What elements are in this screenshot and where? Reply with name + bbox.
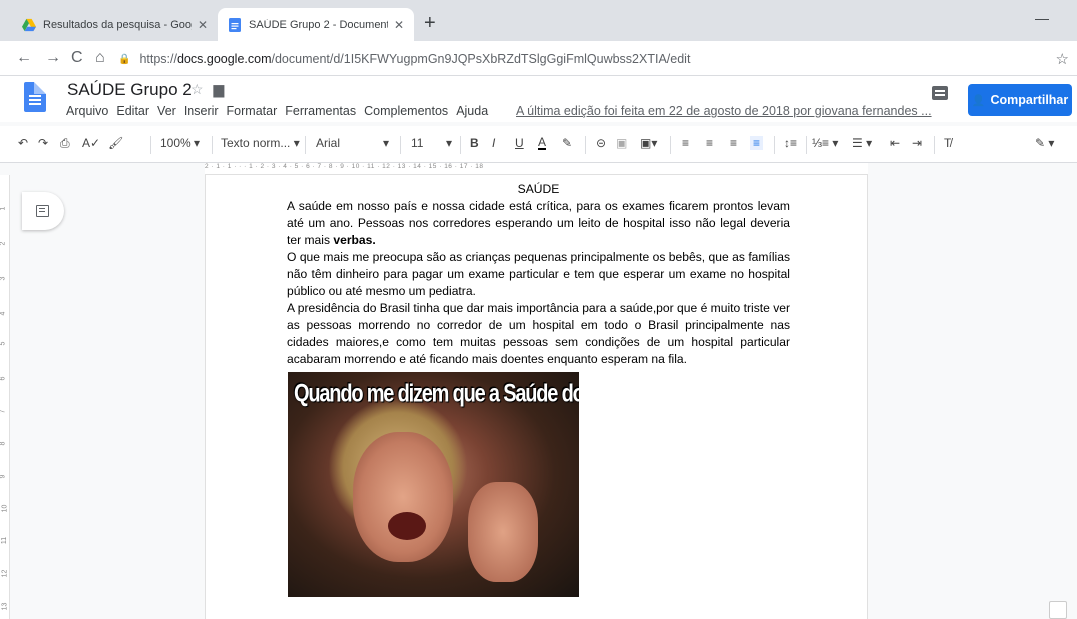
font-size-value: 11 [411,136,424,150]
underline-button[interactable]: U [515,136,524,150]
increase-indent-icon[interactable]: ⇥ [912,136,922,150]
menu-complementos[interactable]: Complementos [364,104,448,118]
text-color-button[interactable]: A [538,136,547,150]
italic-button[interactable]: I [492,136,495,150]
docs-home-icon[interactable] [24,82,46,112]
editing-mode-pencil-icon[interactable]: ✎ ▾ [1035,136,1054,150]
undo-icon[interactable]: ↶ [18,136,28,150]
menu-ajuda[interactable]: Ajuda [456,104,488,118]
decrease-indent-icon[interactable]: ⇤ [890,136,900,150]
tab-title: SAÚDE Grupo 2 - Documentos G [249,18,388,31]
align-center-icon[interactable]: ≡ [706,136,713,150]
forward-arrow-icon[interactable]: → [45,49,61,67]
doc-heading: SAÚDE [517,182,560,196]
docs-header: SAÚDE Grupo 2 ☆ ▆ Arquivo Editar Ver Ins… [0,76,1077,122]
align-justify-icon[interactable]: ≡ [750,136,764,150]
vertical-ruler: 1 2 3 4 5 6 7 8 9 10 11 12 13 [0,175,10,619]
image-icon[interactable]: ▣▾ [640,136,657,150]
align-right-icon[interactable]: ≡ [730,136,737,150]
bold-word: verbas. [333,233,376,247]
url-domain: docs.google.com [176,52,272,66]
document-title[interactable]: SAÚDE Grupo 2 [67,80,192,100]
docs-icon [229,17,241,32]
url-path: /document/d/1I5KFWYugpmGn9JQPsXbRZdTSlgG… [271,52,691,66]
folder-icon[interactable]: ▆ [213,81,224,97]
address-bar-row: ← → C ⌂ 🔒 https://docs.google.com/docume… [0,41,1077,76]
paragraph-style-select[interactable]: Texto norm... ▾ [221,136,300,150]
menu-editar[interactable]: Editar [116,104,149,118]
paint-format-icon[interactable]: 🖌 [108,136,123,150]
menu-bar: Arquivo Editar Ver Inserir Formatar Ferr… [66,104,496,118]
last-edit-link[interactable]: A última edição foi feita em 22 de agost… [516,104,932,118]
close-tab-icon[interactable]: ✕ [394,18,404,32]
font-value: Arial [316,136,341,150]
paragraph-2: O que mais me preocupa são as crianças p… [287,250,790,298]
person-add-icon: 👤 [971,94,986,107]
menu-inserir[interactable]: Inserir [184,104,219,118]
clear-formatting-icon[interactable]: T̸ [944,136,951,150]
menu-formatar[interactable]: Formatar [227,104,278,118]
redo-icon[interactable]: ↷ [38,136,48,150]
menu-arquivo[interactable]: Arquivo [66,104,108,118]
style-value: Texto norm... [221,136,291,150]
comment-icon[interactable]: ▣ [616,136,627,150]
url-field[interactable]: 🔒 https://docs.google.com/document/d/1I5… [118,46,1058,72]
zoom-select[interactable]: 100% ▾ [160,136,200,150]
bookmark-star-icon[interactable]: ☆ [1056,50,1069,68]
paragraph-3: A presidência do Brasil tinha que dar ma… [287,301,790,366]
drive-icon [22,18,36,31]
browser-tab-strip: Resultados da pesquisa - Google ✕ SAÚDE … [0,0,1077,41]
bulleted-list-icon[interactable]: ☰ ▾ [852,136,872,150]
formatting-toolbar: ↶ ↷ ⎙ A✓ 🖌 100% ▾ Texto norm... ▾ Arial … [0,126,1077,163]
paragraph-1: A saúde em nosso país e nossa cidade est… [287,198,790,249]
link-icon[interactable]: ⊝ [596,136,606,150]
meme-image[interactable]: Quando me dizem que a Saúde do Brasil es… [288,372,579,597]
size-chevron-down-icon[interactable]: ▾ [446,136,452,150]
spellcheck-icon[interactable]: A✓ [82,136,100,150]
share-button[interactable]: 👤 Compartilhar [968,84,1072,116]
reload-icon[interactable]: C [71,49,83,67]
menu-ferramentas[interactable]: Ferramentas [285,104,356,118]
zoom-value: 100% [160,136,191,150]
url-protocol: https:// [139,52,177,66]
comment-history-icon[interactable] [932,86,948,100]
line-spacing-icon[interactable]: ↕≡ [784,136,797,150]
font-select[interactable]: Arial [316,136,340,150]
star-icon[interactable]: ☆ [191,81,204,97]
explore-button[interactable] [1049,601,1067,619]
new-tab-button[interactable]: + [424,12,436,34]
lock-icon: 🔒 [118,53,131,65]
minimize-window-button[interactable]: — [1035,10,1049,26]
tab-document[interactable]: SAÚDE Grupo 2 - Documentos G ✕ [218,8,414,41]
home-icon[interactable]: ⌂ [95,49,105,67]
font-chevron-down-icon[interactable]: ▾ [383,136,389,150]
meme-caption: Quando me dizem que a Saúde do Brasil es… [294,380,579,408]
tab-title: Resultados da pesquisa - Google [43,18,192,31]
align-left-icon[interactable]: ≡ [682,136,689,150]
close-tab-icon[interactable]: ✕ [198,18,208,32]
font-size-select[interactable]: 11 [411,136,423,150]
bold-button[interactable]: B [470,136,479,150]
document-outline-button[interactable] [22,192,64,230]
tab-search-results[interactable]: Resultados da pesquisa - Google ✕ [12,8,218,41]
horizontal-ruler[interactable]: 2 · 1 · 1 · · · 1 · 2 · 3 · 4 · 5 · 6 · … [205,163,868,175]
numbered-list-icon[interactable]: ⅓≡ ▾ [812,136,838,150]
document-body[interactable]: SAÚDE A saúde em nosso país e nossa cida… [287,181,790,368]
back-arrow-icon[interactable]: ← [16,49,32,67]
outline-icon [36,205,49,217]
print-icon[interactable]: ⎙ [60,136,70,151]
title-icons: ☆ ▆ [191,81,224,98]
share-label: Compartilhar [990,93,1069,107]
menu-ver[interactable]: Ver [157,104,176,118]
highlight-icon[interactable]: ✎ [562,136,572,150]
